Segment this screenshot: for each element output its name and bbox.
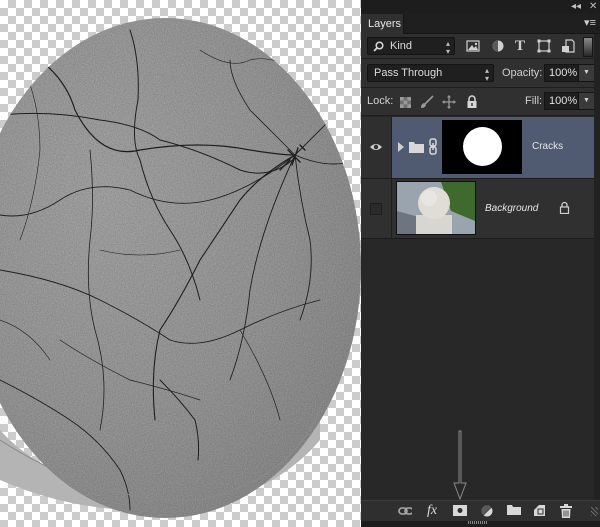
search-icon bbox=[373, 41, 384, 52]
type-layer-filter-icon[interactable]: T bbox=[512, 38, 528, 54]
blend-mode-value: Pass Through bbox=[374, 67, 443, 79]
opacity-label: Opacity: bbox=[502, 67, 543, 79]
eye-icon bbox=[370, 144, 382, 150]
panel-status-bar bbox=[361, 521, 600, 527]
layer-row-background[interactable]: Background bbox=[361, 179, 594, 239]
layer-name[interactable]: Cracks bbox=[532, 141, 563, 152]
panel-title-bar: ◂◂ ✕ bbox=[361, 0, 600, 14]
folder-icon bbox=[409, 142, 424, 153]
lock-transparent-pixels-icon[interactable] bbox=[399, 95, 413, 109]
mask-circle-shape bbox=[463, 127, 502, 166]
layer-thumbnail[interactable] bbox=[396, 181, 476, 235]
tab-layers[interactable]: Layers bbox=[361, 14, 404, 34]
hidden-visibility-box bbox=[370, 203, 382, 215]
panel-tab-row: Layers ▾≡ bbox=[361, 14, 600, 34]
lock-label: Lock: bbox=[367, 95, 394, 107]
panel-drag-grip[interactable] bbox=[468, 521, 488, 524]
link-layers-icon[interactable] bbox=[398, 504, 412, 518]
layer-name[interactable]: Background bbox=[485, 203, 538, 214]
visibility-toggle[interactable] bbox=[361, 117, 392, 178]
lock-position-icon[interactable] bbox=[442, 95, 456, 109]
shape-layer-filter-icon[interactable] bbox=[536, 38, 552, 54]
delete-layer-icon[interactable] bbox=[560, 504, 574, 518]
layer-filter-row: Kind ▴ ▾ T bbox=[361, 34, 594, 59]
cracked-sphere-image bbox=[0, 18, 361, 518]
layer-mask-thumbnail[interactable] bbox=[442, 120, 522, 174]
adjustment-layer-filter-icon[interactable] bbox=[490, 38, 506, 54]
new-fill-adjustment-layer-icon[interactable] bbox=[480, 504, 494, 518]
expand-group-arrow-icon[interactable] bbox=[398, 142, 404, 152]
layer-row-cracks[interactable]: Cracks bbox=[361, 117, 594, 179]
fx-icon[interactable]: fx bbox=[425, 504, 439, 518]
layer-locked-icon bbox=[559, 201, 570, 214]
new-layer-icon[interactable] bbox=[533, 504, 547, 518]
panel-resize-grip[interactable] bbox=[591, 507, 598, 516]
opacity-input[interactable]: 100% bbox=[544, 64, 579, 82]
visibility-toggle[interactable] bbox=[361, 179, 392, 238]
lock-image-pixels-icon[interactable] bbox=[420, 95, 434, 109]
opacity-dropdown-button[interactable]: ▼ bbox=[578, 64, 595, 82]
lock-all-icon[interactable] bbox=[465, 95, 479, 109]
fill-label: Fill: bbox=[525, 95, 543, 107]
layers-bottom-toolbar: fx bbox=[361, 500, 600, 521]
filter-kind-label: Kind bbox=[390, 40, 413, 52]
smart-object-filter-icon[interactable] bbox=[560, 38, 576, 54]
select-arrows-icon: ▴ ▾ bbox=[445, 39, 450, 56]
filter-toggle-switch[interactable] bbox=[583, 37, 593, 57]
pixel-layer-filter-icon[interactable] bbox=[465, 38, 481, 54]
layers-panel: ◂◂ ✕ Layers ▾≡ Kind ▴ ▾ T Pass Through ▴… bbox=[361, 0, 600, 527]
add-layer-mask-icon[interactable] bbox=[453, 504, 467, 518]
fill-input[interactable]: 100% bbox=[544, 92, 579, 110]
blend-mode-select[interactable]: Pass Through ▴ ▾ bbox=[367, 64, 494, 83]
filter-kind-select[interactable]: Kind ▴ ▾ bbox=[367, 37, 455, 56]
blend-mode-row: Pass Through ▴ ▾ Opacity: 100% ▼ bbox=[361, 59, 595, 88]
mask-link-icon[interactable] bbox=[429, 138, 437, 155]
panel-menu-icon[interactable]: ▾≡ bbox=[584, 17, 596, 29]
lock-row: Lock: Fill: 100% ▼ bbox=[361, 88, 595, 116]
fill-dropdown-button[interactable]: ▼ bbox=[578, 92, 595, 110]
close-panel-icon[interactable]: ✕ bbox=[589, 1, 597, 13]
document-canvas[interactable] bbox=[0, 0, 361, 527]
layers-scrollbar[interactable] bbox=[594, 34, 600, 500]
select-arrows-icon: ▴ ▾ bbox=[484, 66, 489, 83]
collapse-panel-icon[interactable]: ◂◂ bbox=[571, 1, 581, 13]
new-group-icon[interactable] bbox=[507, 504, 521, 518]
